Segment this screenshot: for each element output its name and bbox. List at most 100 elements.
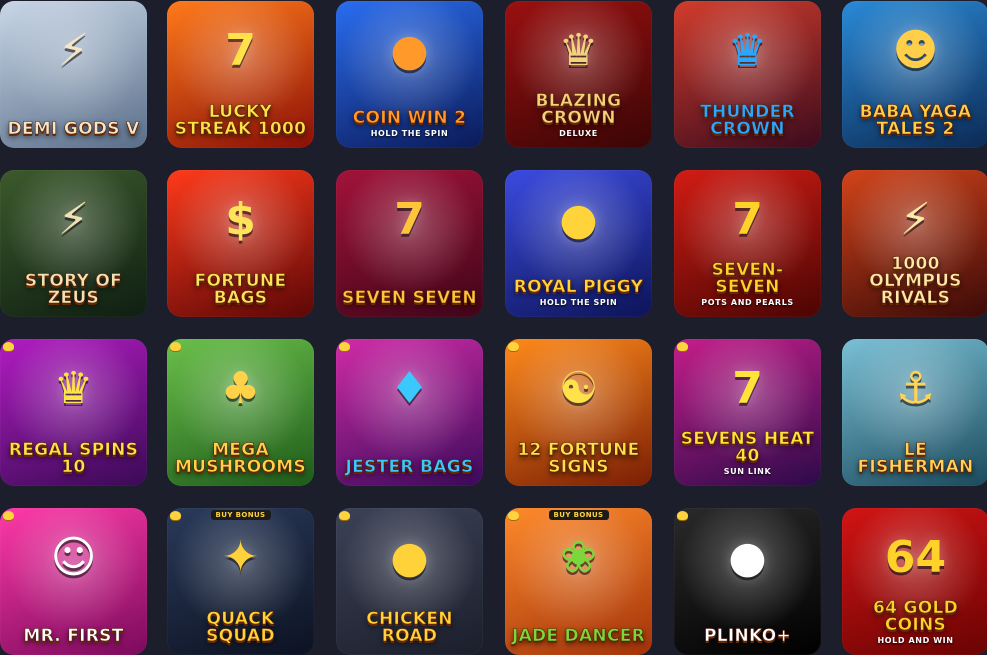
- game-tile[interactable]: 7 Sevens Heat 40 SUN LINK: [674, 339, 821, 486]
- game-title: Lucky Streak 1000: [173, 102, 308, 139]
- game-title: 1000 Olympus Rivals: [848, 254, 983, 308]
- game-art-icon: ♦: [389, 362, 430, 414]
- game-tile[interactable]: ● Plinko+: [674, 508, 821, 655]
- game-tile[interactable]: ● Chicken Road: [336, 508, 483, 655]
- corner-bird-icon: [508, 342, 519, 351]
- game-title: Story of Zeus: [6, 271, 141, 308]
- game-tile[interactable]: ♣ Mega Mushrooms: [167, 339, 314, 486]
- game-tile[interactable]: ⚡ Demi Gods V: [0, 1, 147, 148]
- game-title-text: Blazing Crown: [535, 91, 622, 128]
- game-tile[interactable]: ☯ 12 Fortune Signs: [505, 339, 652, 486]
- game-title: 64 Gold Coins HOLD AND WIN: [848, 598, 983, 645]
- game-art-icon: 7: [394, 193, 425, 245]
- game-title: Demi Gods V: [6, 120, 141, 138]
- game-art-icon: 7: [732, 193, 763, 245]
- game-title: Seven Seven: [342, 288, 477, 308]
- game-subtitle: HOLD THE SPIN: [370, 129, 449, 138]
- game-art-icon: ⚡: [900, 193, 931, 245]
- game-tile[interactable]: ● Coin Win 2 HOLD THE SPIN: [336, 1, 483, 148]
- game-title-text: Royal Piggy: [513, 277, 644, 297]
- game-art-icon: ⚡: [58, 24, 89, 76]
- game-title: Blazing Crown deluxe: [511, 91, 646, 138]
- game-title-text: Story of Zeus: [24, 271, 123, 308]
- game-subtitle: POTS AND PEARLS: [701, 298, 794, 307]
- game-tile[interactable]: ☻ Baba Yaga Tales 2: [842, 1, 987, 148]
- game-title: Regal Spins 10: [6, 441, 141, 476]
- game-grid: ⚡ Demi Gods V 7 Lucky Streak 1000 ● Coin Win …: [0, 0, 987, 655]
- game-subtitle: HOLD AND WIN: [877, 636, 954, 645]
- game-title: Baba Yaga Tales 2: [848, 102, 983, 139]
- corner-bird-icon: [170, 511, 181, 520]
- game-title-text: Chicken Road: [366, 609, 453, 646]
- game-title-text: Thunder Crown: [700, 102, 795, 139]
- game-tile[interactable]: ☺ Mr. First: [0, 508, 147, 655]
- corner-bird-icon: [339, 342, 350, 351]
- game-title-text: 12 Fortune Signs: [517, 440, 640, 477]
- game-title-text: Coin Win 2: [352, 108, 467, 128]
- game-art-icon: ♛: [727, 24, 768, 76]
- corner-bird-icon: [339, 511, 350, 520]
- game-title-text: Jester Bags: [345, 457, 474, 477]
- game-title: Coin Win 2 HOLD THE SPIN: [342, 108, 477, 138]
- game-subtitle: SUN LINK: [723, 467, 772, 476]
- game-tile[interactable]: 7 Lucky Streak 1000: [167, 1, 314, 148]
- game-title-text: Plinko+: [703, 626, 792, 646]
- game-art-icon: ●: [728, 531, 767, 583]
- game-title-text: 1000 Olympus Rivals: [869, 254, 962, 308]
- game-title: 12 Fortune Signs: [511, 440, 646, 477]
- game-tile[interactable]: ⚡ 1000 Olympus Rivals: [842, 170, 987, 317]
- game-tile[interactable]: 7 Seven-Seven POTS AND PEARLS: [674, 170, 821, 317]
- game-art-icon: 64: [884, 531, 947, 583]
- game-subtitle: HOLD THE SPIN: [539, 298, 618, 307]
- game-art-icon: ♛: [558, 24, 599, 76]
- game-art-icon: ●: [390, 24, 429, 76]
- game-art-icon: ⚓: [895, 362, 936, 414]
- game-title: Seven-Seven POTS AND PEARLS: [680, 260, 815, 307]
- game-title-text: Sevens Heat 40: [680, 429, 815, 466]
- game-tile[interactable]: ⚡ Story of Zeus: [0, 170, 147, 317]
- buy-bonus-badge: BUY BONUS: [210, 510, 271, 520]
- game-art-icon: 7: [732, 362, 763, 414]
- game-art-icon: ●: [390, 531, 429, 583]
- game-tile[interactable]: $ Fortune Bags: [167, 170, 314, 317]
- game-title: Le Fisherman: [848, 440, 983, 477]
- game-tile[interactable]: ♛ Thunder Crown: [674, 1, 821, 148]
- game-title-text: Baba Yaga Tales 2: [859, 102, 972, 139]
- game-tile[interactable]: ● Royal Piggy HOLD THE SPIN: [505, 170, 652, 317]
- game-art-icon: ♣: [220, 362, 261, 414]
- game-title: Plinko+: [680, 626, 815, 646]
- corner-bird-icon: [3, 342, 14, 351]
- game-title-text: Mega Mushrooms: [174, 440, 307, 477]
- game-art-icon: $: [225, 193, 256, 245]
- game-art-icon: ☺: [50, 531, 97, 583]
- game-title: Quack Squad: [173, 609, 308, 646]
- buy-bonus-badge: BUY BONUS: [548, 510, 609, 520]
- game-title-text: 64 Gold Coins: [872, 598, 959, 635]
- game-tile[interactable]: 7 Seven Seven: [336, 170, 483, 317]
- game-title: Jade Dancer: [511, 627, 646, 645]
- corner-bird-icon: [508, 511, 519, 520]
- game-title: Sevens Heat 40 SUN LINK: [680, 429, 815, 476]
- game-tile[interactable]: ✦ Quack Squad BUY BONUS: [167, 508, 314, 655]
- game-title-text: Seven Seven: [342, 288, 477, 308]
- game-title-text: Seven-Seven: [711, 260, 784, 297]
- game-title: Chicken Road: [342, 609, 477, 646]
- game-title: Mega Mushrooms: [173, 440, 308, 477]
- game-title-text: Mr. First: [23, 626, 124, 646]
- game-tile[interactable]: 64 64 Gold Coins HOLD AND WIN: [842, 508, 987, 655]
- game-tile[interactable]: ♦ Jester Bags: [336, 339, 483, 486]
- game-art-icon: ☻: [892, 24, 939, 76]
- game-title-text: Quack Squad: [206, 609, 275, 646]
- game-title-text: Lucky Streak 1000: [174, 102, 307, 139]
- game-art-icon: ❀: [560, 531, 597, 583]
- game-art-icon: ✦: [222, 531, 259, 583]
- game-tile[interactable]: ❀ Jade Dancer BUY BONUS: [505, 508, 652, 655]
- game-title: Royal Piggy HOLD THE SPIN: [511, 277, 646, 307]
- game-title-text: Le Fisherman: [857, 440, 974, 477]
- game-title: Fortune Bags: [173, 272, 308, 307]
- game-tile[interactable]: ♛ Regal Spins 10: [0, 339, 147, 486]
- game-tile[interactable]: ♛ Blazing Crown deluxe: [505, 1, 652, 148]
- corner-bird-icon: [3, 511, 14, 520]
- game-title: Mr. First: [6, 626, 141, 646]
- game-tile[interactable]: ⚓ Le Fisherman: [842, 339, 987, 486]
